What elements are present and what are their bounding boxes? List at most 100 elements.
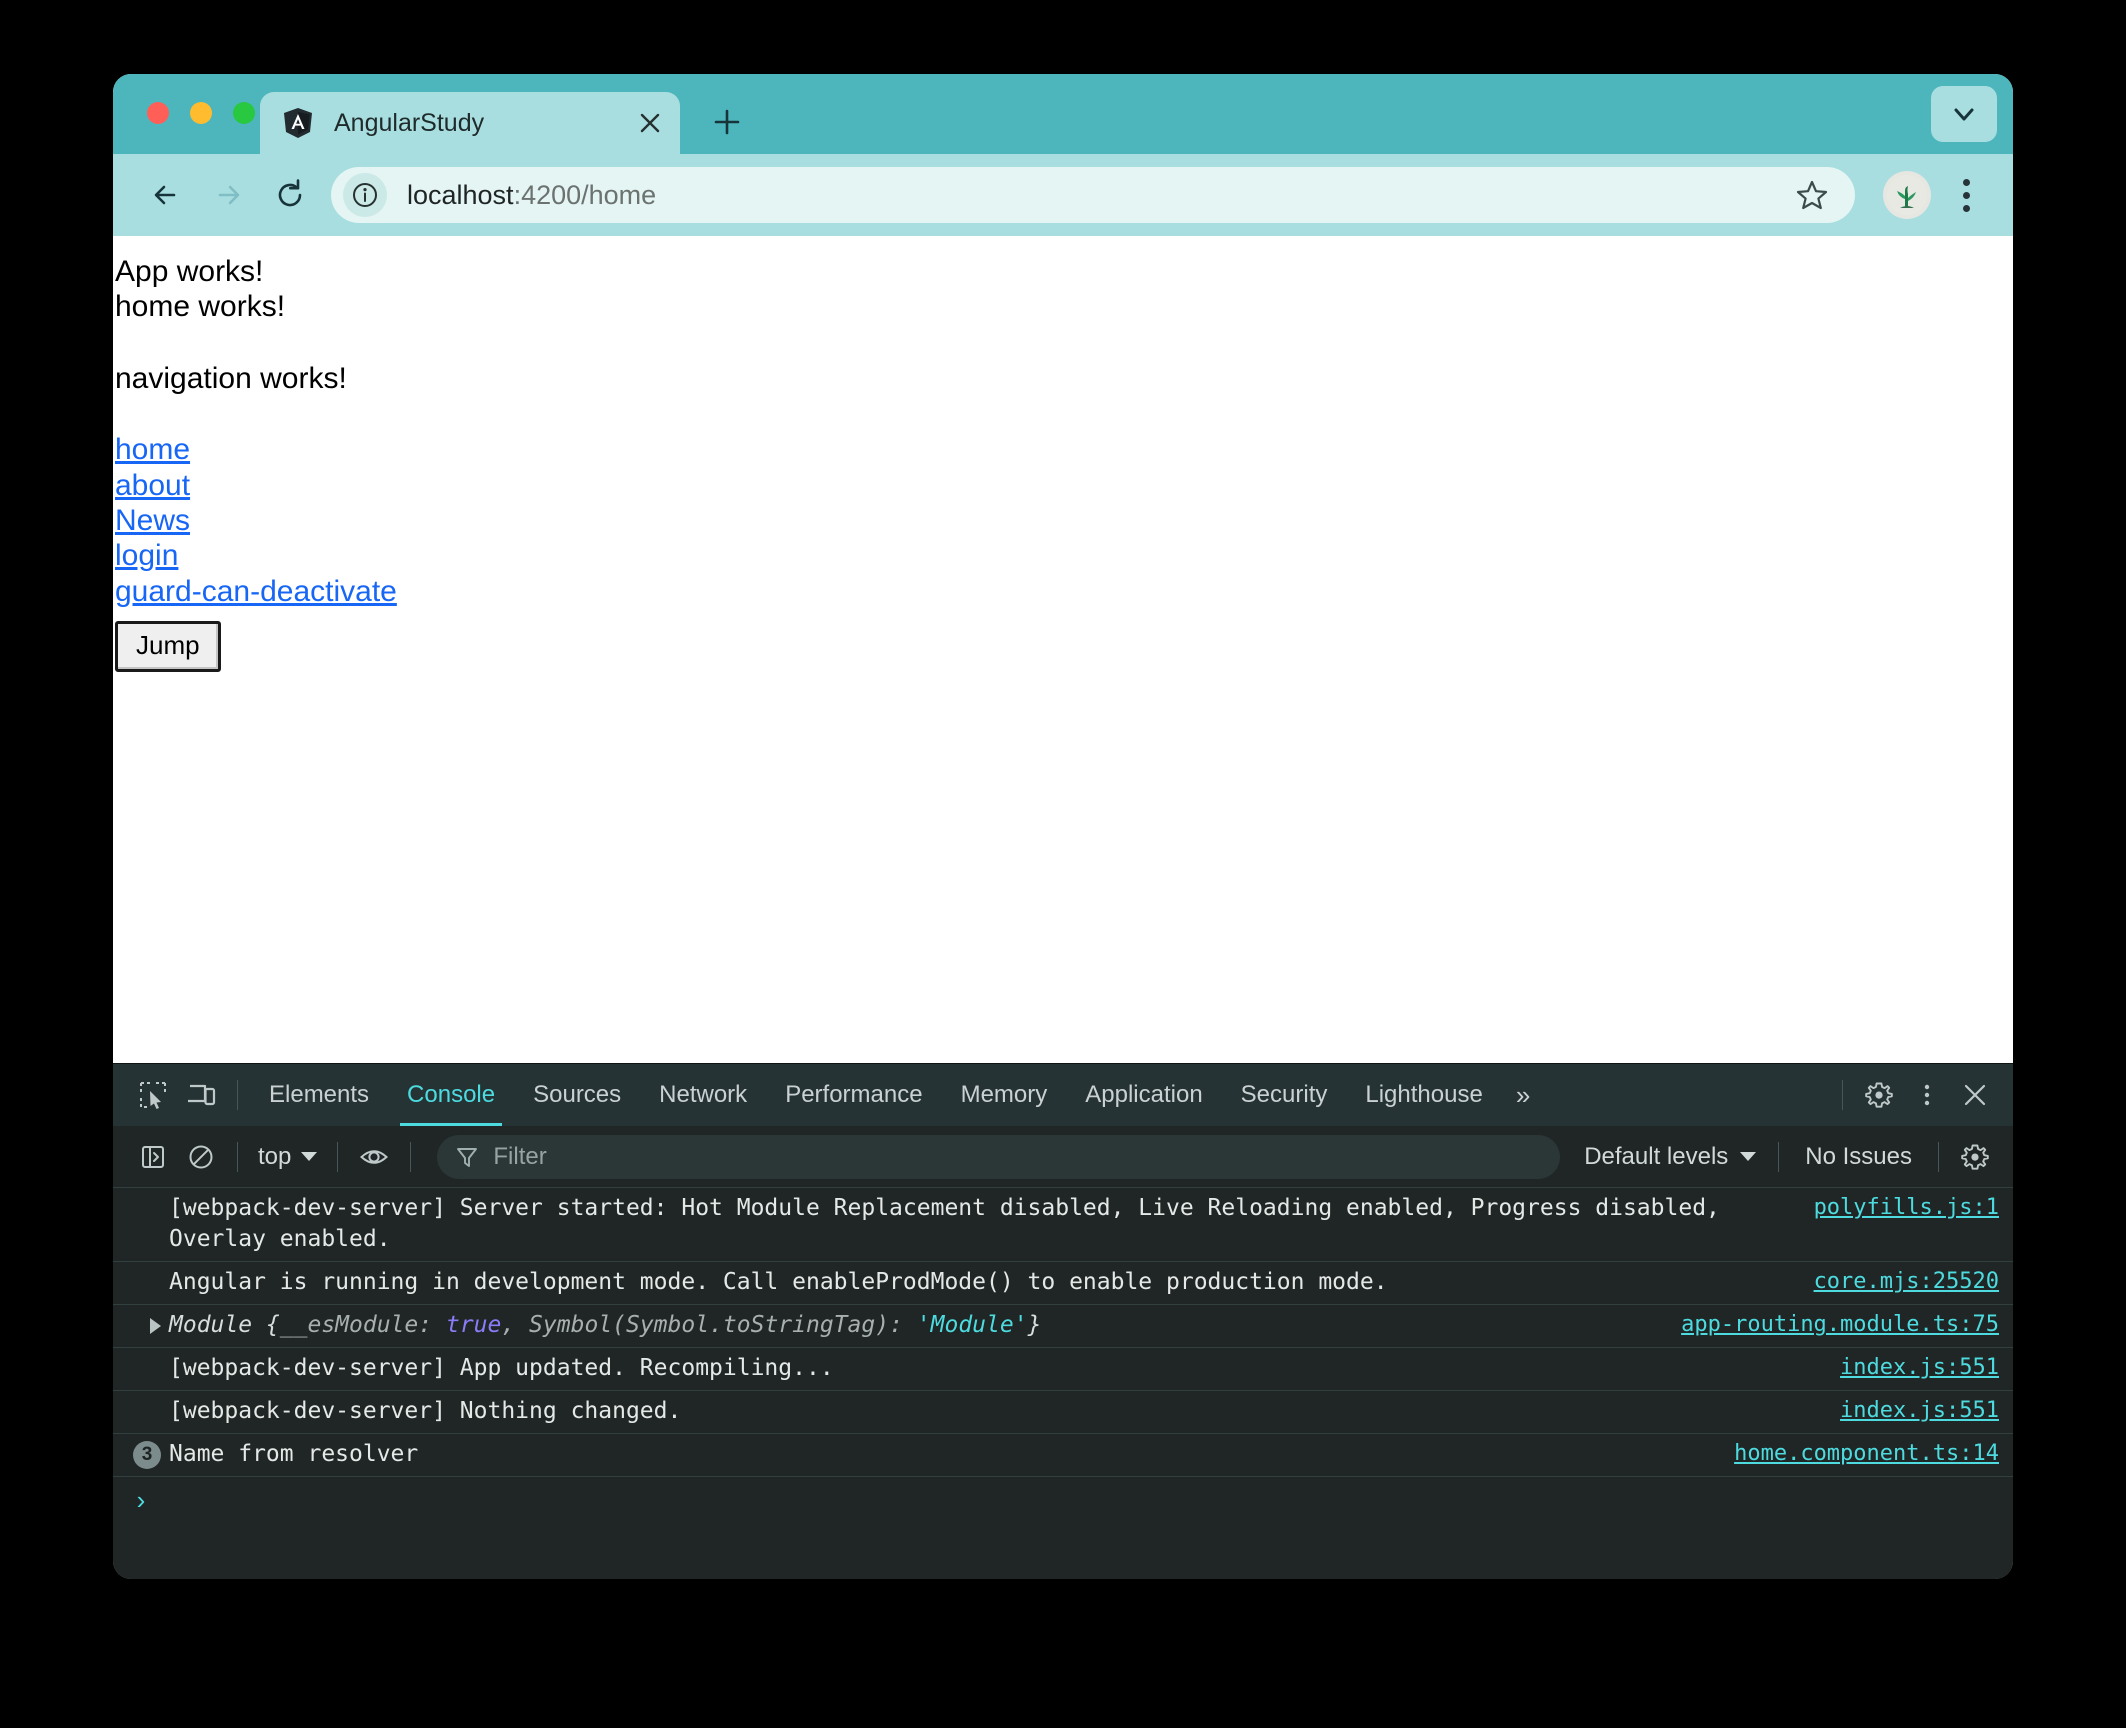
console-message[interactable]: Angular is running in development mode. …: [113, 1262, 2013, 1305]
filter-funnel-icon: [455, 1145, 479, 1169]
object-key: __esModule: [280, 1312, 418, 1338]
browser-tab[interactable]: AngularStudy: [260, 92, 680, 154]
devtools-settings-button[interactable]: [1855, 1071, 1903, 1119]
repeat-count-badge: 3: [133, 1441, 161, 1469]
devtools-close-button[interactable]: [1951, 1071, 1999, 1119]
close-window-button[interactable]: [147, 102, 169, 124]
message-gutter: [113, 1396, 169, 1398]
console-message[interactable]: 3 Name from resolver home.component.ts:1…: [113, 1434, 2013, 1477]
info-circle-icon[interactable]: [343, 173, 387, 217]
kebab-dot: [1963, 205, 1970, 212]
log-levels-selector[interactable]: Default levels: [1574, 1143, 1766, 1171]
nav-link-news[interactable]: News: [115, 503, 190, 538]
new-tab-button[interactable]: [703, 98, 751, 146]
browser-toolbar: localhost:4200/home: [113, 154, 2013, 236]
console-settings-button[interactable]: [1951, 1133, 1999, 1181]
back-button[interactable]: [135, 164, 197, 226]
message-gutter: 3: [113, 1439, 169, 1469]
inspect-icon-glyph: [138, 1080, 168, 1110]
url-host: localhost: [407, 180, 514, 210]
tab-search-button[interactable]: [1931, 86, 1997, 142]
close-icon[interactable]: [628, 101, 672, 145]
tab-sources[interactable]: Sources: [514, 1064, 640, 1126]
execution-context-selector[interactable]: top: [250, 1143, 325, 1171]
nav-link-guard-can-deactivate[interactable]: guard-can-deactivate: [115, 574, 397, 609]
jump-button[interactable]: Jump: [115, 621, 221, 672]
info-icon-glyph: [351, 181, 379, 209]
tab-elements[interactable]: Elements: [250, 1064, 388, 1126]
console-message-text: [webpack-dev-server] App updated. Recomp…: [169, 1353, 1840, 1384]
page-content: App works! home works! navigation works!…: [113, 254, 2013, 672]
tab-security[interactable]: Security: [1222, 1064, 1347, 1126]
console-source-link[interactable]: polyfills.js:1: [1814, 1193, 1999, 1220]
devtools-menu-button[interactable]: [1903, 1071, 1951, 1119]
execution-context-label: top: [258, 1143, 291, 1171]
console-source-link[interactable]: core.mjs:25520: [1814, 1267, 1999, 1294]
maximize-window-button[interactable]: [233, 102, 255, 124]
object-prefix: Module {: [169, 1312, 280, 1338]
issues-counter[interactable]: No Issues: [1791, 1143, 1926, 1171]
divider: [237, 1080, 238, 1110]
clear-icon-glyph: [187, 1143, 215, 1171]
tab-application[interactable]: Application: [1066, 1064, 1221, 1126]
divider: [237, 1142, 238, 1172]
filter-placeholder: Filter: [493, 1143, 546, 1171]
tab-memory[interactable]: Memory: [942, 1064, 1067, 1126]
minimize-window-button[interactable]: [190, 102, 212, 124]
window-controls: [147, 102, 255, 124]
kebab-dot: [1963, 179, 1970, 186]
console-source-link[interactable]: index.js:551: [1840, 1353, 1999, 1380]
tab-console[interactable]: Console: [388, 1064, 514, 1126]
expand-triangle-icon[interactable]: [150, 1318, 161, 1334]
console-filter-input[interactable]: Filter: [437, 1135, 1560, 1179]
console-message[interactable]: [webpack-dev-server] App updated. Recomp…: [113, 1348, 2013, 1391]
tab-performance[interactable]: Performance: [766, 1064, 941, 1126]
address-bar[interactable]: localhost:4200/home: [331, 167, 1855, 223]
sidebar-icon-glyph: [139, 1143, 167, 1171]
forward-button[interactable]: [197, 164, 259, 226]
console-message[interactable]: [webpack-dev-server] Nothing changed. in…: [113, 1391, 2013, 1434]
browser-menu-button[interactable]: [1941, 166, 1991, 224]
avatar-image: [1887, 175, 1927, 215]
console-message-text: Name from resolver: [169, 1439, 1734, 1470]
profile-avatar-icon[interactable]: [1883, 171, 1931, 219]
star-outline-icon: [1795, 178, 1829, 212]
arrow-left-icon: [147, 176, 185, 214]
devtools-panel: Elements Console Sources Network Perform…: [113, 1063, 2013, 1579]
plus-icon: [712, 107, 742, 137]
url-text: localhost:4200/home: [407, 180, 1783, 211]
more-tabs-button[interactable]: »: [1502, 1064, 1544, 1126]
tab-lighthouse[interactable]: Lighthouse: [1346, 1064, 1501, 1126]
nav-link-about[interactable]: about: [115, 468, 190, 503]
divider: [337, 1142, 338, 1172]
console-message-text: [webpack-dev-server] Nothing changed.: [169, 1396, 1840, 1427]
nav-link-login[interactable]: login: [115, 538, 178, 573]
object-middle: , Symbol(Symbol.toStringTag):: [501, 1312, 916, 1338]
tab-network[interactable]: Network: [640, 1064, 766, 1126]
console-log[interactable]: [webpack-dev-server] Server started: Hot…: [113, 1188, 2013, 1579]
console-prompt[interactable]: ›: [113, 1477, 2013, 1513]
nav-link-home[interactable]: home: [115, 432, 190, 467]
divider: [410, 1142, 411, 1172]
device-toolbar-icon[interactable]: [177, 1071, 225, 1119]
sidebar-toggle-icon[interactable]: [129, 1133, 177, 1181]
console-object-preview: Module {__esModule: true, Symbol(Symbol.…: [169, 1310, 1681, 1341]
inspect-element-icon[interactable]: [129, 1071, 177, 1119]
navigation-works-text: navigation works!: [115, 361, 2013, 396]
arrow-right-icon: [209, 176, 247, 214]
divider: [1778, 1142, 1779, 1172]
navigation-links: home about News login guard-can-deactiva…: [115, 432, 2013, 609]
angular-logo-icon: [282, 107, 314, 139]
gear-icon: [1864, 1080, 1894, 1110]
page-viewport: App works! home works! navigation works!…: [113, 236, 2013, 1063]
reload-button[interactable]: [259, 164, 321, 226]
console-source-link[interactable]: index.js:551: [1840, 1396, 1999, 1423]
console-message[interactable]: [webpack-dev-server] Server started: Hot…: [113, 1188, 2013, 1262]
bookmark-button[interactable]: [1783, 166, 1841, 224]
console-source-link[interactable]: home.component.ts:14: [1734, 1439, 1999, 1466]
console-message-object[interactable]: Module {__esModule: true, Symbol(Symbol.…: [113, 1305, 2013, 1348]
live-expression-icon[interactable]: [350, 1133, 398, 1181]
clear-console-icon[interactable]: [177, 1133, 225, 1181]
chevron-down-icon: [1740, 1152, 1756, 1161]
console-source-link[interactable]: app-routing.module.ts:75: [1681, 1310, 1999, 1337]
